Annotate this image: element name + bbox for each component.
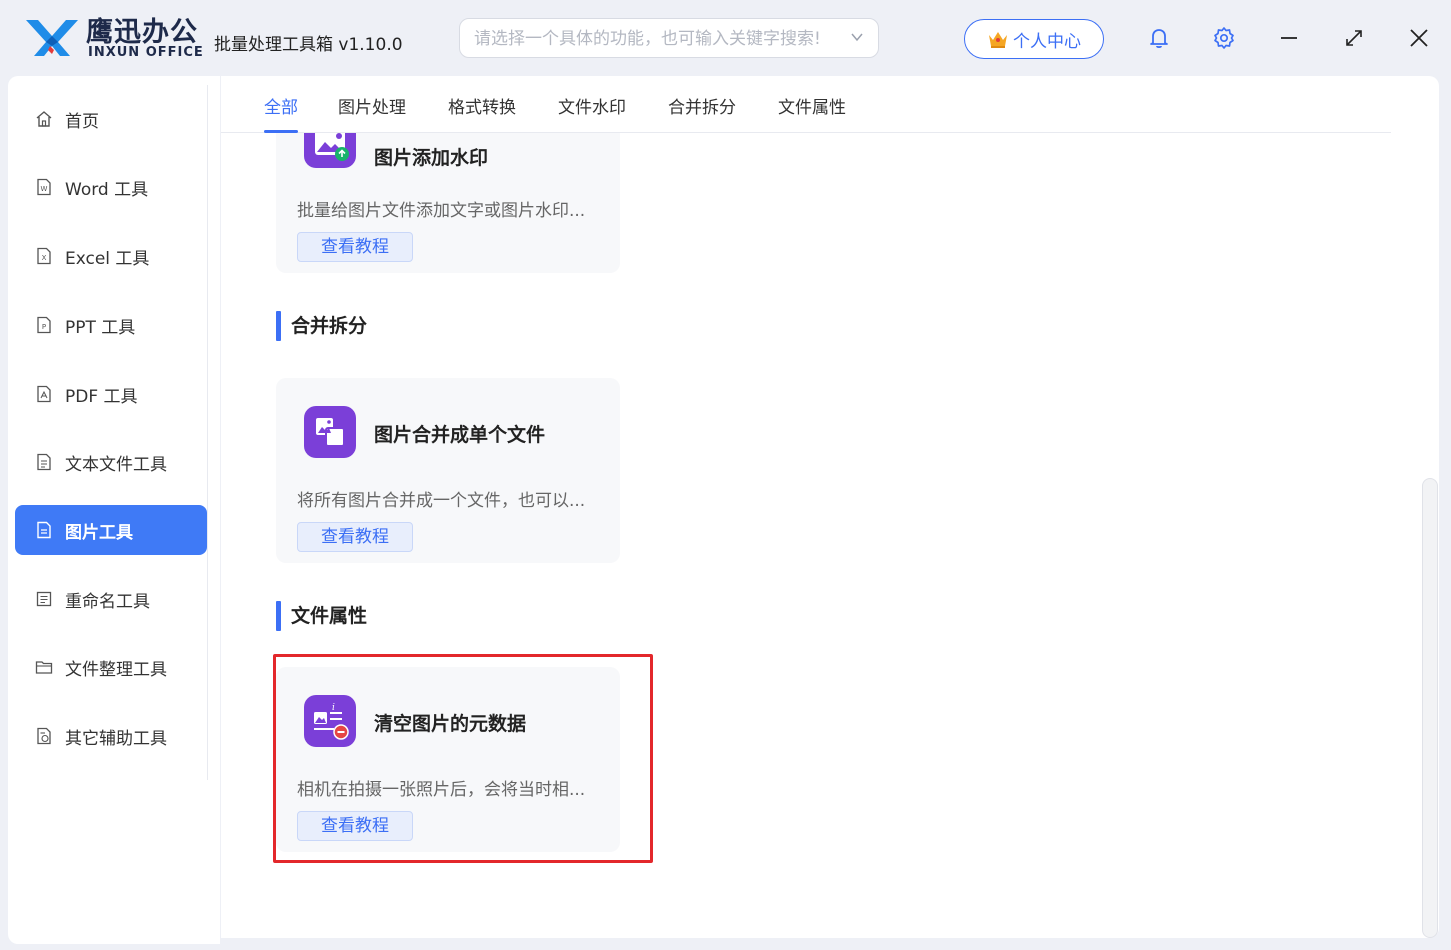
user-center-button[interactable]: 个人中心 <box>964 19 1104 59</box>
sidebar-item-label: 文本文件工具 <box>65 454 167 475</box>
section-heading-file-properties: 文件属性 <box>276 601 367 631</box>
rename-icon <box>36 591 52 607</box>
sidebar-item-other-tools[interactable]: 其它辅助工具 <box>15 711 207 761</box>
tab-all[interactable]: 全部 <box>264 93 298 133</box>
sidebar-item-label: PDF 工具 <box>65 386 138 407</box>
close-icon[interactable] <box>1405 24 1433 52</box>
image-merge-icon <box>304 406 356 458</box>
highlight-box <box>273 654 653 863</box>
app-title: 批量处理工具箱 v1.10.0 <box>214 35 403 55</box>
text-file-icon <box>37 453 51 471</box>
chevron-down-icon[interactable] <box>850 30 864 44</box>
pdf-doc-icon <box>37 385 51 403</box>
sidebar-item-label: 文件整理工具 <box>65 659 167 680</box>
sidebar-divider <box>207 85 208 780</box>
search-box[interactable] <box>459 18 879 58</box>
minimize-icon[interactable] <box>1275 24 1303 52</box>
sidebar-item-home[interactable]: 首页 <box>15 94 207 144</box>
ppt-doc-icon: P <box>37 316 51 334</box>
brand-name: 鹰迅办公 <box>86 17 198 48</box>
user-center-label: 个人中心 <box>1013 31 1081 52</box>
maximize-icon[interactable] <box>1340 24 1368 52</box>
svg-text:X: X <box>42 254 47 262</box>
sidebar-item-label: 图片工具 <box>65 522 133 543</box>
sidebar-item-label: 首页 <box>65 111 99 132</box>
sidebar-item-word[interactable]: W Word 工具 <box>15 162 207 212</box>
card-description: 批量给图片文件添加文字或图片水印... <box>297 201 586 221</box>
tool-card-image-merge[interactable]: 图片合并成单个文件 将所有图片合并成一个文件，也可以... 查看教程 <box>276 378 620 563</box>
notification-bell-icon[interactable] <box>1145 24 1173 52</box>
brand-name-en: INXUN OFFICE <box>88 45 204 60</box>
tab-file-properties[interactable]: 文件属性 <box>778 93 846 133</box>
tools-icon <box>37 727 51 745</box>
search-input[interactable] <box>474 27 834 51</box>
sidebar-item-text-file[interactable]: 文本文件工具 <box>15 437 207 487</box>
sidebar-item-image[interactable]: 图片工具 <box>15 505 207 555</box>
view-tutorial-button[interactable]: 查看教程 <box>297 232 413 262</box>
card-title: 图片添加水印 <box>374 147 489 169</box>
scrollbar-thumb[interactable] <box>1422 478 1438 938</box>
category-tabs: 全部 图片处理 格式转换 文件水印 合并拆分 文件属性 <box>221 76 1391 133</box>
sidebar-item-excel[interactable]: X Excel 工具 <box>15 231 207 281</box>
sidebar-item-file-organize[interactable]: 文件整理工具 <box>15 642 207 692</box>
tab-format-conversion[interactable]: 格式转换 <box>448 93 516 133</box>
crown-icon <box>989 32 1007 48</box>
sidebar-item-pdf[interactable]: PDF 工具 <box>15 369 207 419</box>
sidebar-item-label: Excel 工具 <box>65 248 150 269</box>
sidebar-item-label: 重命名工具 <box>65 591 150 612</box>
excel-doc-icon: X <box>37 247 51 265</box>
word-doc-icon: W <box>37 178 51 196</box>
folder-icon <box>35 661 53 674</box>
svg-text:P: P <box>42 323 46 331</box>
card-title: 图片合并成单个文件 <box>374 424 546 446</box>
image-file-icon <box>37 521 51 539</box>
sidebar-item-label: PPT 工具 <box>65 317 136 338</box>
svg-text:W: W <box>41 185 48 193</box>
brand-logo-icon <box>26 20 78 56</box>
tab-file-watermark[interactable]: 文件水印 <box>558 93 626 133</box>
sidebar-item-label: 其它辅助工具 <box>65 728 167 749</box>
sidebar-item-label: Word 工具 <box>65 179 149 200</box>
tab-merge-split[interactable]: 合并拆分 <box>668 93 736 133</box>
settings-gear-icon[interactable] <box>1210 24 1238 52</box>
tab-image-processing[interactable]: 图片处理 <box>338 93 406 133</box>
sidebar-item-ppt[interactable]: P PPT 工具 <box>15 300 207 350</box>
home-icon <box>36 111 52 127</box>
sidebar: 首页 W Word 工具 X Excel 工具 P PPT 工具 PDF 工具 <box>8 76 220 944</box>
main-panel: 图片添加水印 批量给图片文件添加文字或图片水印... 查看教程 全部 图片处理 … <box>221 76 1439 938</box>
card-description: 将所有图片合并成一个文件，也可以... <box>297 491 586 511</box>
view-tutorial-button[interactable]: 查看教程 <box>297 522 413 552</box>
sidebar-item-rename[interactable]: 重命名工具 <box>15 574 207 624</box>
section-heading-merge-split: 合并拆分 <box>276 311 367 341</box>
title-bar: 鹰迅办公 INXUN OFFICE 批量处理工具箱 v1.10.0 个人中心 <box>0 0 1451 76</box>
